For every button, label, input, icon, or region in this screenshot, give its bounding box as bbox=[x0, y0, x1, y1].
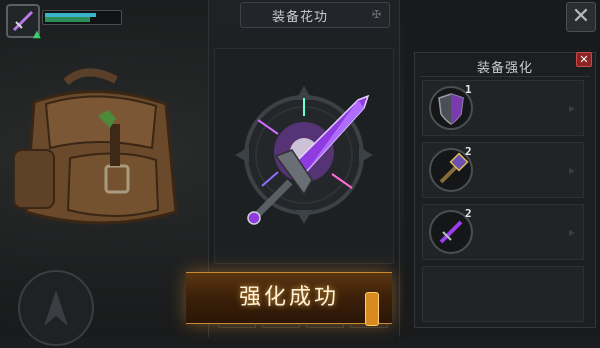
close-button[interactable]: ✕ bbox=[566, 2, 596, 32]
character-emblem[interactable] bbox=[18, 270, 94, 346]
emblem-icon[interactable]: ✠ bbox=[372, 8, 386, 21]
chevron-right-icon: ▸ bbox=[568, 225, 575, 239]
enhance-panel-close-button[interactable]: ✕ bbox=[576, 52, 592, 67]
mp-fill bbox=[45, 13, 96, 17]
upgrade-arrow-icon: ▲ bbox=[33, 29, 41, 40]
chevron-right-icon: ▸ bbox=[568, 163, 575, 177]
enhance-level: 2 bbox=[465, 145, 472, 158]
wolf-emblem-icon bbox=[44, 290, 68, 326]
enhance-row[interactable]: 1 ▸ bbox=[422, 80, 584, 136]
enhance-level: 1 bbox=[465, 83, 472, 96]
success-banner-text: 强化成功 bbox=[238, 285, 339, 310]
center-title: 装备花功 bbox=[271, 10, 328, 25]
enhance-row[interactable]: 2 ▸ bbox=[422, 204, 584, 260]
player-status-bar bbox=[42, 10, 122, 25]
enhance-level: 2 bbox=[465, 207, 472, 220]
chevron-right-icon: ▸ bbox=[568, 101, 575, 115]
confirm-tab-button[interactable] bbox=[365, 292, 379, 326]
enhance-row[interactable]: 2 ▸ bbox=[422, 142, 584, 198]
enhanced-sword-display bbox=[235, 86, 373, 225]
enhance-row-empty[interactable] bbox=[422, 266, 584, 322]
backpack-icon[interactable] bbox=[6, 62, 186, 237]
enhance-panel-title: 装备强化 bbox=[476, 61, 533, 76]
